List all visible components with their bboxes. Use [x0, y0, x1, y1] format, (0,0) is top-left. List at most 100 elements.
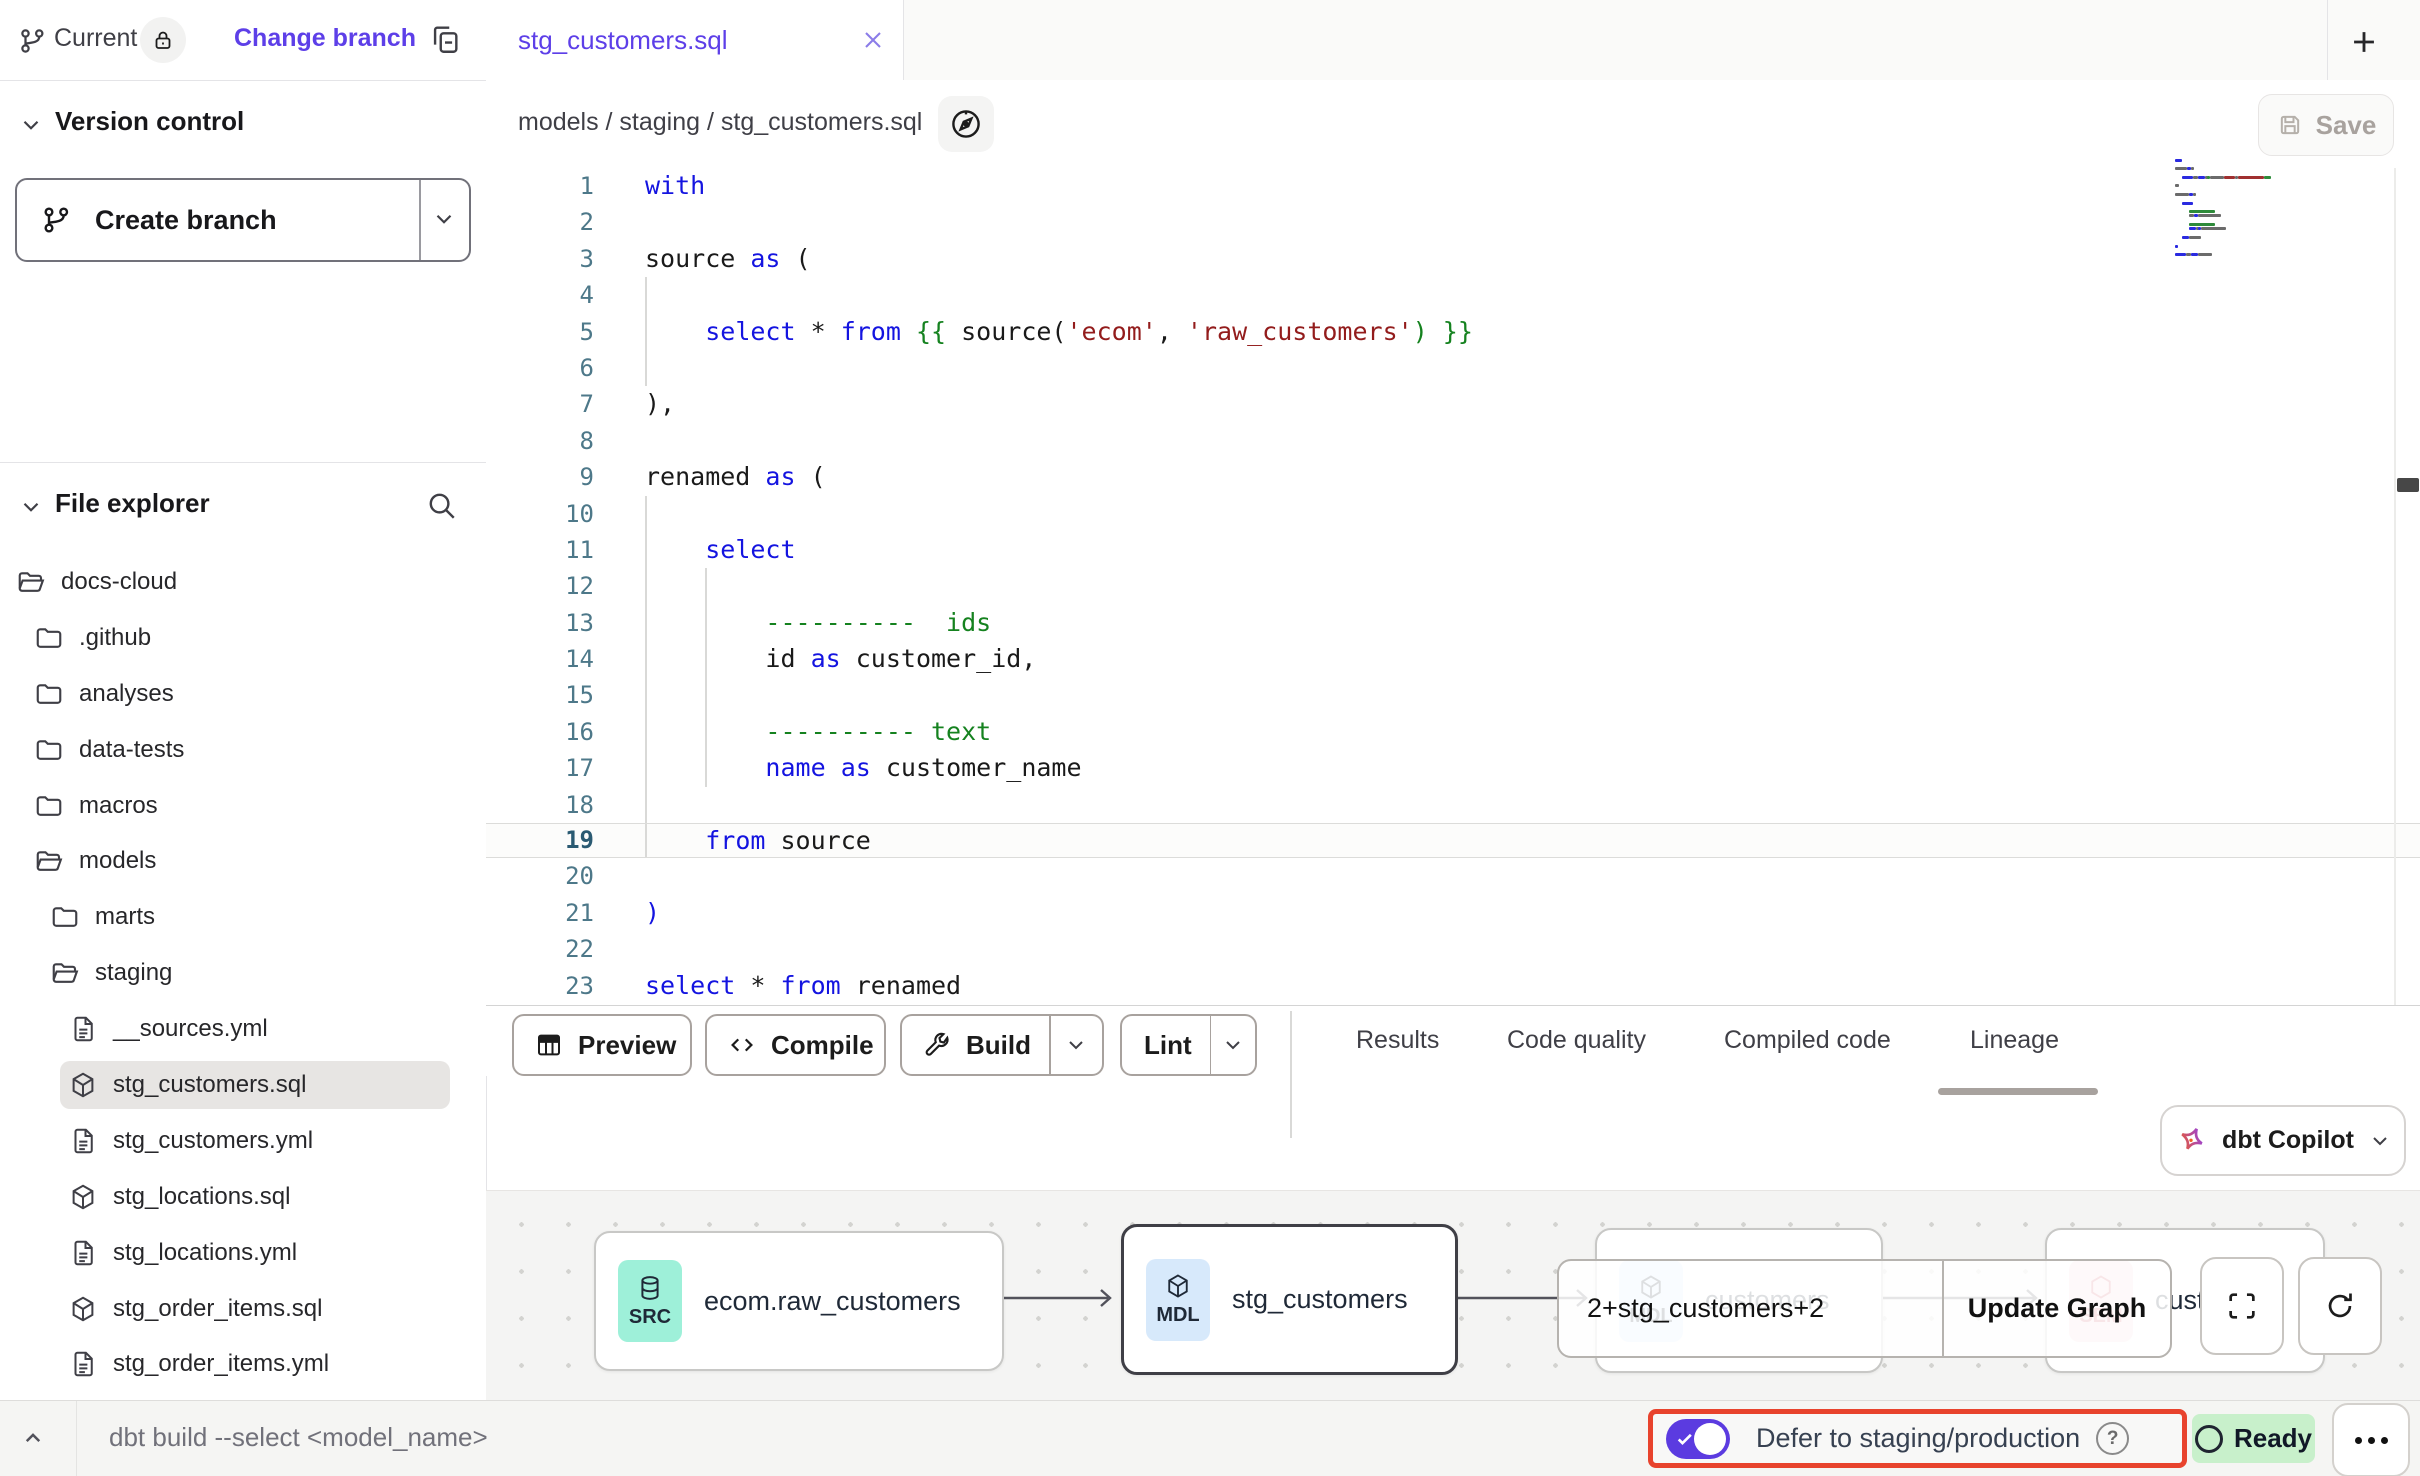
more-options-button[interactable]: [2332, 1403, 2410, 1476]
lineage-node-stg-customers[interactable]: MDL stg_customers: [1121, 1224, 1458, 1375]
code-line-18[interactable]: 18: [486, 787, 2420, 823]
search-icon[interactable]: [424, 488, 458, 522]
lineage-node-source[interactable]: SRC ecom.raw_customers: [594, 1231, 1004, 1371]
file-tree-item-stg-customers-yml[interactable]: stg_customers.yml: [0, 1113, 486, 1169]
doc-icon: [68, 1126, 98, 1156]
fullscreen-button[interactable]: [2200, 1257, 2284, 1355]
copilot-compass-button[interactable]: [938, 96, 994, 152]
compile-button[interactable]: Compile: [705, 1014, 886, 1076]
file-tree-item-stg-order-items-yml[interactable]: stg_order_items.yml: [0, 1336, 486, 1392]
editor-tab-bar: stg_customers.sql: [486, 0, 2420, 81]
active-tab-underline: [1938, 1088, 2098, 1095]
code-line-12[interactable]: 12: [486, 568, 2420, 604]
code-line-15[interactable]: 15: [486, 677, 2420, 713]
lineage-canvas[interactable]: SRC ecom.raw_customers MDL stg_customers…: [486, 1190, 2420, 1401]
file-label: .github: [79, 624, 151, 652]
code-line-22[interactable]: 22: [486, 931, 2420, 967]
defer-toggle[interactable]: [1666, 1419, 1730, 1459]
git-branch-icon: [41, 204, 73, 236]
file-tree-item-staging[interactable]: staging: [0, 945, 486, 1001]
cube-icon: [68, 1070, 98, 1100]
editor-minimap[interactable]: [2175, 158, 2405, 257]
line-number: 16: [486, 714, 594, 750]
save-button[interactable]: Save: [2258, 94, 2394, 156]
line-number: 15: [486, 677, 594, 713]
help-icon[interactable]: ?: [2096, 1422, 2129, 1455]
tab-stg-customers-sql[interactable]: stg_customers.sql: [486, 0, 904, 80]
code-line-21[interactable]: 21): [486, 895, 2420, 931]
code-line-7[interactable]: 7),: [486, 386, 2420, 422]
code-editor[interactable]: 1with23source as (45 select * from {{ so…: [486, 168, 2420, 1005]
database-icon: [636, 1274, 664, 1302]
dbt-copilot-button[interactable]: dbt Copilot: [2160, 1105, 2406, 1176]
file-label: stg_order_items.sql: [113, 1295, 322, 1323]
line-number: 4: [486, 277, 594, 313]
build-label: Build: [966, 1030, 1031, 1061]
file-tree-item-data-tests[interactable]: data-tests: [0, 722, 486, 778]
code-line-8[interactable]: 8: [486, 423, 2420, 459]
code-line-11[interactable]: 11 select: [486, 532, 2420, 568]
code-line-19[interactable]: 19 from source: [486, 823, 2420, 858]
build-button[interactable]: Build: [900, 1014, 1104, 1076]
code-line-9[interactable]: 9renamed as (: [486, 459, 2420, 495]
line-number: 8: [486, 423, 594, 459]
version-control-header[interactable]: Version control: [0, 96, 486, 148]
file-label: __sources.yml: [113, 1015, 268, 1043]
code-line-16[interactable]: 16 ---------- text: [486, 714, 2420, 750]
lint-menu-button[interactable]: [1211, 1033, 1255, 1057]
code-line-10[interactable]: 10: [486, 496, 2420, 532]
file-tree-item-stg-locations-sql[interactable]: stg_locations.sql: [0, 1169, 486, 1225]
file-explorer-header[interactable]: File explorer: [0, 478, 486, 530]
file-tree-item-marts[interactable]: marts: [0, 889, 486, 945]
indent-guide: [645, 750, 647, 786]
editor-scrollbar-track: [2394, 168, 2396, 1005]
file-tree-item--github[interactable]: .github: [0, 610, 486, 666]
code-text: with: [645, 168, 705, 204]
preview-button[interactable]: Preview: [512, 1014, 692, 1076]
code-text: select * from renamed: [645, 968, 961, 1004]
code-line-17[interactable]: 17 name as customer_name: [486, 750, 2420, 786]
check-icon: [1675, 1429, 1695, 1449]
code-line-4[interactable]: 4: [486, 277, 2420, 313]
create-branch-menu-button[interactable]: [431, 206, 457, 232]
lineage-selector-input[interactable]: 2+stg_customers+2: [1559, 1293, 1942, 1324]
file-tree-item-analyses[interactable]: analyses: [0, 666, 486, 722]
file-tree-item-stg-customers-sql[interactable]: stg_customers.sql: [0, 1057, 486, 1113]
update-graph-button[interactable]: Update Graph: [1944, 1293, 2170, 1324]
code-line-20[interactable]: 20: [486, 858, 2420, 894]
line-number: 7: [486, 386, 594, 422]
close-tab-icon[interactable]: [859, 26, 887, 54]
code-line-5[interactable]: 5 select * from {{ source('ecom', 'raw_c…: [486, 314, 2420, 350]
copy-branch-icon[interactable]: [428, 22, 462, 56]
refresh-button[interactable]: [2298, 1257, 2382, 1355]
file-tree-item--sources-yml[interactable]: __sources.yml: [0, 1001, 486, 1057]
file-tree-item-macros[interactable]: macros: [0, 778, 486, 834]
command-input[interactable]: dbt build --select <model_name>: [109, 1422, 488, 1453]
code-line-13[interactable]: 13 ---------- ids: [486, 605, 2420, 641]
file-tree-item-models[interactable]: models: [0, 833, 486, 889]
code-line-3[interactable]: 3source as (: [486, 241, 2420, 277]
code-text: renamed as (: [645, 459, 826, 495]
tab-code-quality[interactable]: Code quality: [1507, 1026, 1646, 1055]
toggle-knob: [1694, 1423, 1726, 1455]
code-line-14[interactable]: 14 id as customer_id,: [486, 641, 2420, 677]
change-branch-link[interactable]: Change branch: [234, 24, 416, 53]
lint-button[interactable]: Lint: [1120, 1014, 1257, 1076]
file-tree-item-docs-cloud[interactable]: docs-cloud: [0, 554, 486, 610]
file-tree-item-stg-order-items-sql[interactable]: stg_order_items.sql: [0, 1281, 486, 1337]
editor-action-bar: Preview Compile Build Lint: [486, 1005, 2420, 1076]
new-tab-button[interactable]: [2342, 20, 2386, 64]
code-line-23[interactable]: 23select * from renamed: [486, 968, 2420, 1004]
file-tree-item-stg-locations-yml[interactable]: stg_locations.yml: [0, 1225, 486, 1281]
editor-scrollbar-thumb[interactable]: [2397, 478, 2419, 492]
collapse-panel-button[interactable]: [18, 1423, 48, 1453]
code-line-1[interactable]: 1with: [486, 168, 2420, 204]
build-menu-button[interactable]: [1051, 1033, 1102, 1057]
tab-compiled-code[interactable]: Compiled code: [1724, 1026, 1891, 1055]
line-number: 13: [486, 605, 594, 641]
tab-lineage[interactable]: Lineage: [1970, 1026, 2059, 1055]
tab-results[interactable]: Results: [1356, 1026, 1439, 1055]
code-line-6[interactable]: 6: [486, 350, 2420, 386]
create-branch-button[interactable]: Create branch: [15, 178, 471, 262]
code-line-2[interactable]: 2: [486, 204, 2420, 240]
